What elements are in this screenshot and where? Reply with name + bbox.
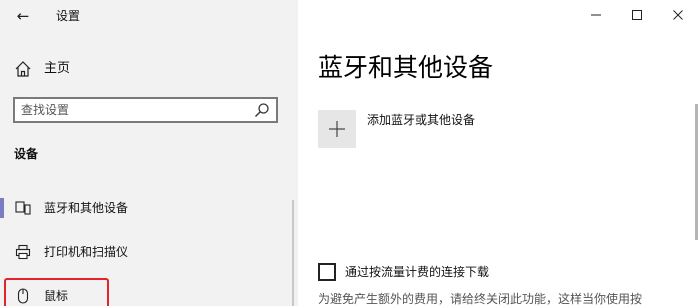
search-box[interactable] xyxy=(13,97,278,123)
minimize-button[interactable] xyxy=(580,4,612,26)
metered-download-option[interactable]: 通过按流量计费的连接下载 xyxy=(318,262,618,282)
section-title: 设备 xyxy=(14,147,39,161)
metered-description: 为避免产生额外的费用，请给终关闭此功能，这样当你使用按 xyxy=(318,292,643,306)
bluetooth-devices-icon xyxy=(15,201,31,215)
plus-icon xyxy=(329,121,345,137)
content-pane xyxy=(298,0,700,306)
minimize-icon xyxy=(591,14,601,16)
maximize-icon xyxy=(632,10,642,20)
printer-icon xyxy=(15,244,31,260)
back-button[interactable]: ← xyxy=(14,6,32,26)
highlight-annotation xyxy=(4,278,109,306)
page-title: 蓝牙和其他设备 xyxy=(318,53,494,82)
add-tile[interactable] xyxy=(318,110,356,148)
close-button[interactable] xyxy=(662,4,694,26)
sidebar-scrollbar[interactable] xyxy=(292,200,294,306)
maximize-button[interactable] xyxy=(621,4,653,26)
content-scrollbar[interactable] xyxy=(695,104,698,240)
home-label: 主页 xyxy=(44,61,71,76)
add-device-button[interactable]: 添加蓝牙或其他设备 xyxy=(318,110,538,150)
sidebar-item-printer[interactable]: 打印机和扫描仪 xyxy=(0,238,298,266)
sidebar-item-bluetooth[interactable]: 蓝牙和其他设备 xyxy=(0,194,298,222)
metered-checkbox[interactable] xyxy=(318,263,336,281)
sidebar-item-label: 蓝牙和其他设备 xyxy=(44,201,129,215)
sidebar-item-home[interactable]: 主页 xyxy=(0,56,298,82)
settings-sidebar: ← 设置 主页 设备 蓝牙和其他设备 打印机和扫描仪 xyxy=(0,0,298,306)
home-icon xyxy=(15,61,31,77)
add-device-label: 添加蓝牙或其他设备 xyxy=(367,113,476,127)
search-input[interactable] xyxy=(15,99,245,121)
search-icon[interactable] xyxy=(254,102,270,118)
window-title: 设置 xyxy=(56,9,81,23)
close-icon xyxy=(673,10,683,20)
metered-checkbox-label[interactable]: 通过按流量计费的连接下载 xyxy=(345,262,489,282)
sidebar-item-label: 打印机和扫描仪 xyxy=(44,245,129,259)
